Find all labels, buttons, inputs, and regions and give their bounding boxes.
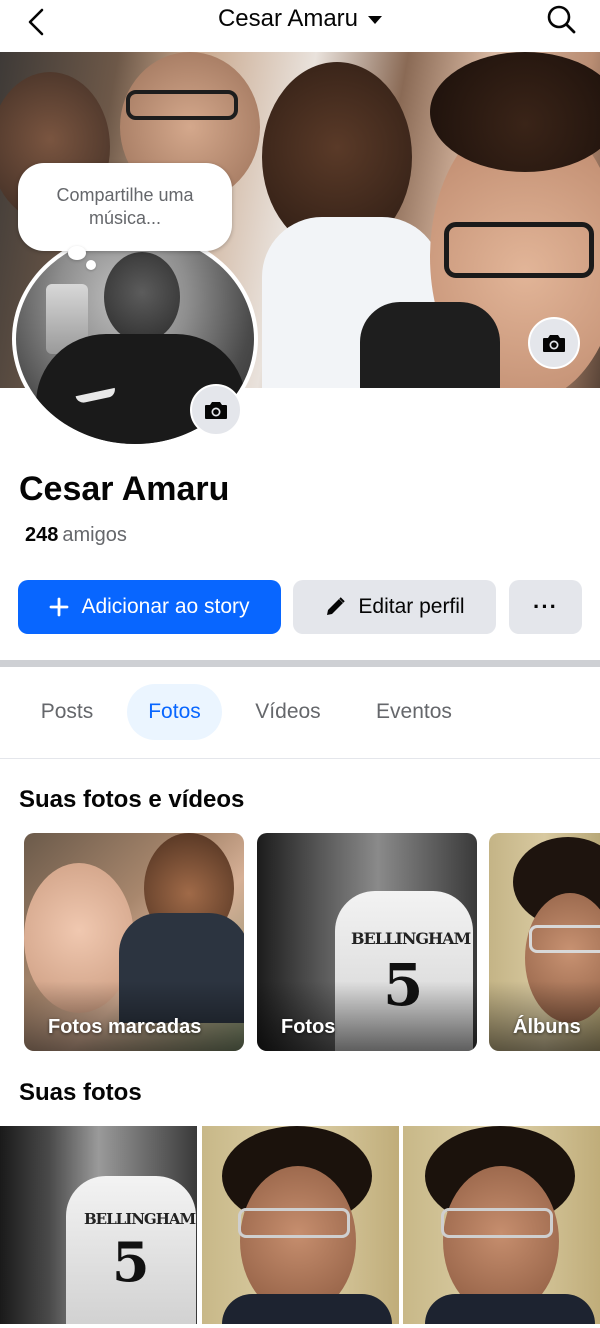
friends-label: amigos	[62, 524, 127, 546]
edit-cover-button[interactable]	[528, 317, 580, 369]
top-bar: Cesar Amaru	[0, 0, 600, 52]
cover-shirt	[360, 302, 500, 388]
add-story-label: Adicionar ao story	[81, 595, 250, 618]
tab-label: Eventos	[376, 700, 452, 723]
album-card-tagged[interactable]: Fotos marcadas	[24, 833, 244, 1051]
photo-thumbnail[interactable]	[202, 1126, 399, 1324]
tab-label: Fotos	[148, 700, 201, 723]
cover-glasses	[444, 222, 594, 278]
tab-posts[interactable]: Posts	[20, 684, 114, 740]
tabs-divider	[0, 758, 600, 759]
jersey-name: BELLINGHAM	[351, 929, 471, 948]
album-label: Álbuns	[513, 1016, 581, 1038]
jersey-number: 5	[383, 951, 424, 1019]
bubble-tail	[86, 260, 96, 270]
bubble-text: Compartilhe uma música...	[56, 185, 194, 228]
photo-glasses	[238, 1208, 350, 1238]
header-title: Cesar Amaru	[217, 5, 359, 32]
jersey-name: BELLINGHAM	[84, 1210, 196, 1228]
friends-number: 248	[25, 524, 59, 546]
music-status-bubble[interactable]: Compartilhe uma música...	[18, 163, 232, 251]
album-label: Fotos marcadas	[48, 1016, 202, 1038]
camera-icon	[543, 335, 565, 352]
bubble-tail	[68, 246, 86, 260]
tab-label: Vídeos	[255, 700, 321, 723]
edit-profile-button[interactable]: Editar perfil	[293, 580, 496, 634]
photos-videos-title: Suas fotos e vídeos	[19, 786, 245, 813]
add-story-button[interactable]: Adicionar ao story	[18, 580, 281, 634]
cover-hair	[430, 52, 600, 172]
card-face	[24, 863, 134, 1013]
section-divider	[0, 660, 600, 667]
your-photos-title: Suas fotos	[19, 1079, 142, 1106]
card-face	[525, 893, 600, 1023]
jersey-number: 5	[112, 1230, 150, 1294]
edit-profile-label: Editar perfil	[358, 595, 465, 618]
tab-label: Posts	[40, 700, 94, 723]
cover-glasses	[126, 90, 238, 120]
photo-thumbnail[interactable]: BELLINGHAM 5	[0, 1126, 197, 1324]
tab-fotos[interactable]: Fotos	[127, 684, 222, 740]
card-shirt	[119, 913, 244, 1023]
caret-down-icon	[368, 16, 383, 24]
profile-switcher[interactable]: Cesar Amaru	[0, 4, 600, 34]
avatar-head	[104, 252, 180, 342]
camera-icon	[205, 402, 227, 419]
tab-videos[interactable]: Vídeos	[238, 684, 338, 740]
search-icon	[547, 5, 576, 34]
profile-tabs: Posts Fotos Vídeos Eventos	[0, 684, 600, 740]
tab-eventos[interactable]: Eventos	[358, 684, 470, 740]
card-glasses	[529, 925, 600, 953]
search-button[interactable]	[544, 2, 578, 36]
friends-count[interactable]: 248 amigos	[25, 524, 127, 547]
album-label: Fotos	[281, 1016, 336, 1038]
photo-shirt	[222, 1294, 392, 1324]
photo-shirt	[425, 1294, 595, 1324]
album-card-albums[interactable]: Álbuns	[489, 833, 600, 1051]
profile-name: Cesar Amaru	[19, 470, 230, 508]
pencil-icon	[327, 597, 346, 615]
more-icon: ···	[533, 594, 558, 619]
photo-glasses	[441, 1208, 553, 1238]
photo-thumbnail[interactable]	[403, 1126, 600, 1324]
edit-profile-picture-button[interactable]	[190, 384, 242, 436]
album-card-photos[interactable]: BELLINGHAM 5 Fotos	[257, 833, 477, 1051]
more-options-button[interactable]: ···	[509, 580, 582, 634]
plus-icon	[50, 597, 69, 617]
